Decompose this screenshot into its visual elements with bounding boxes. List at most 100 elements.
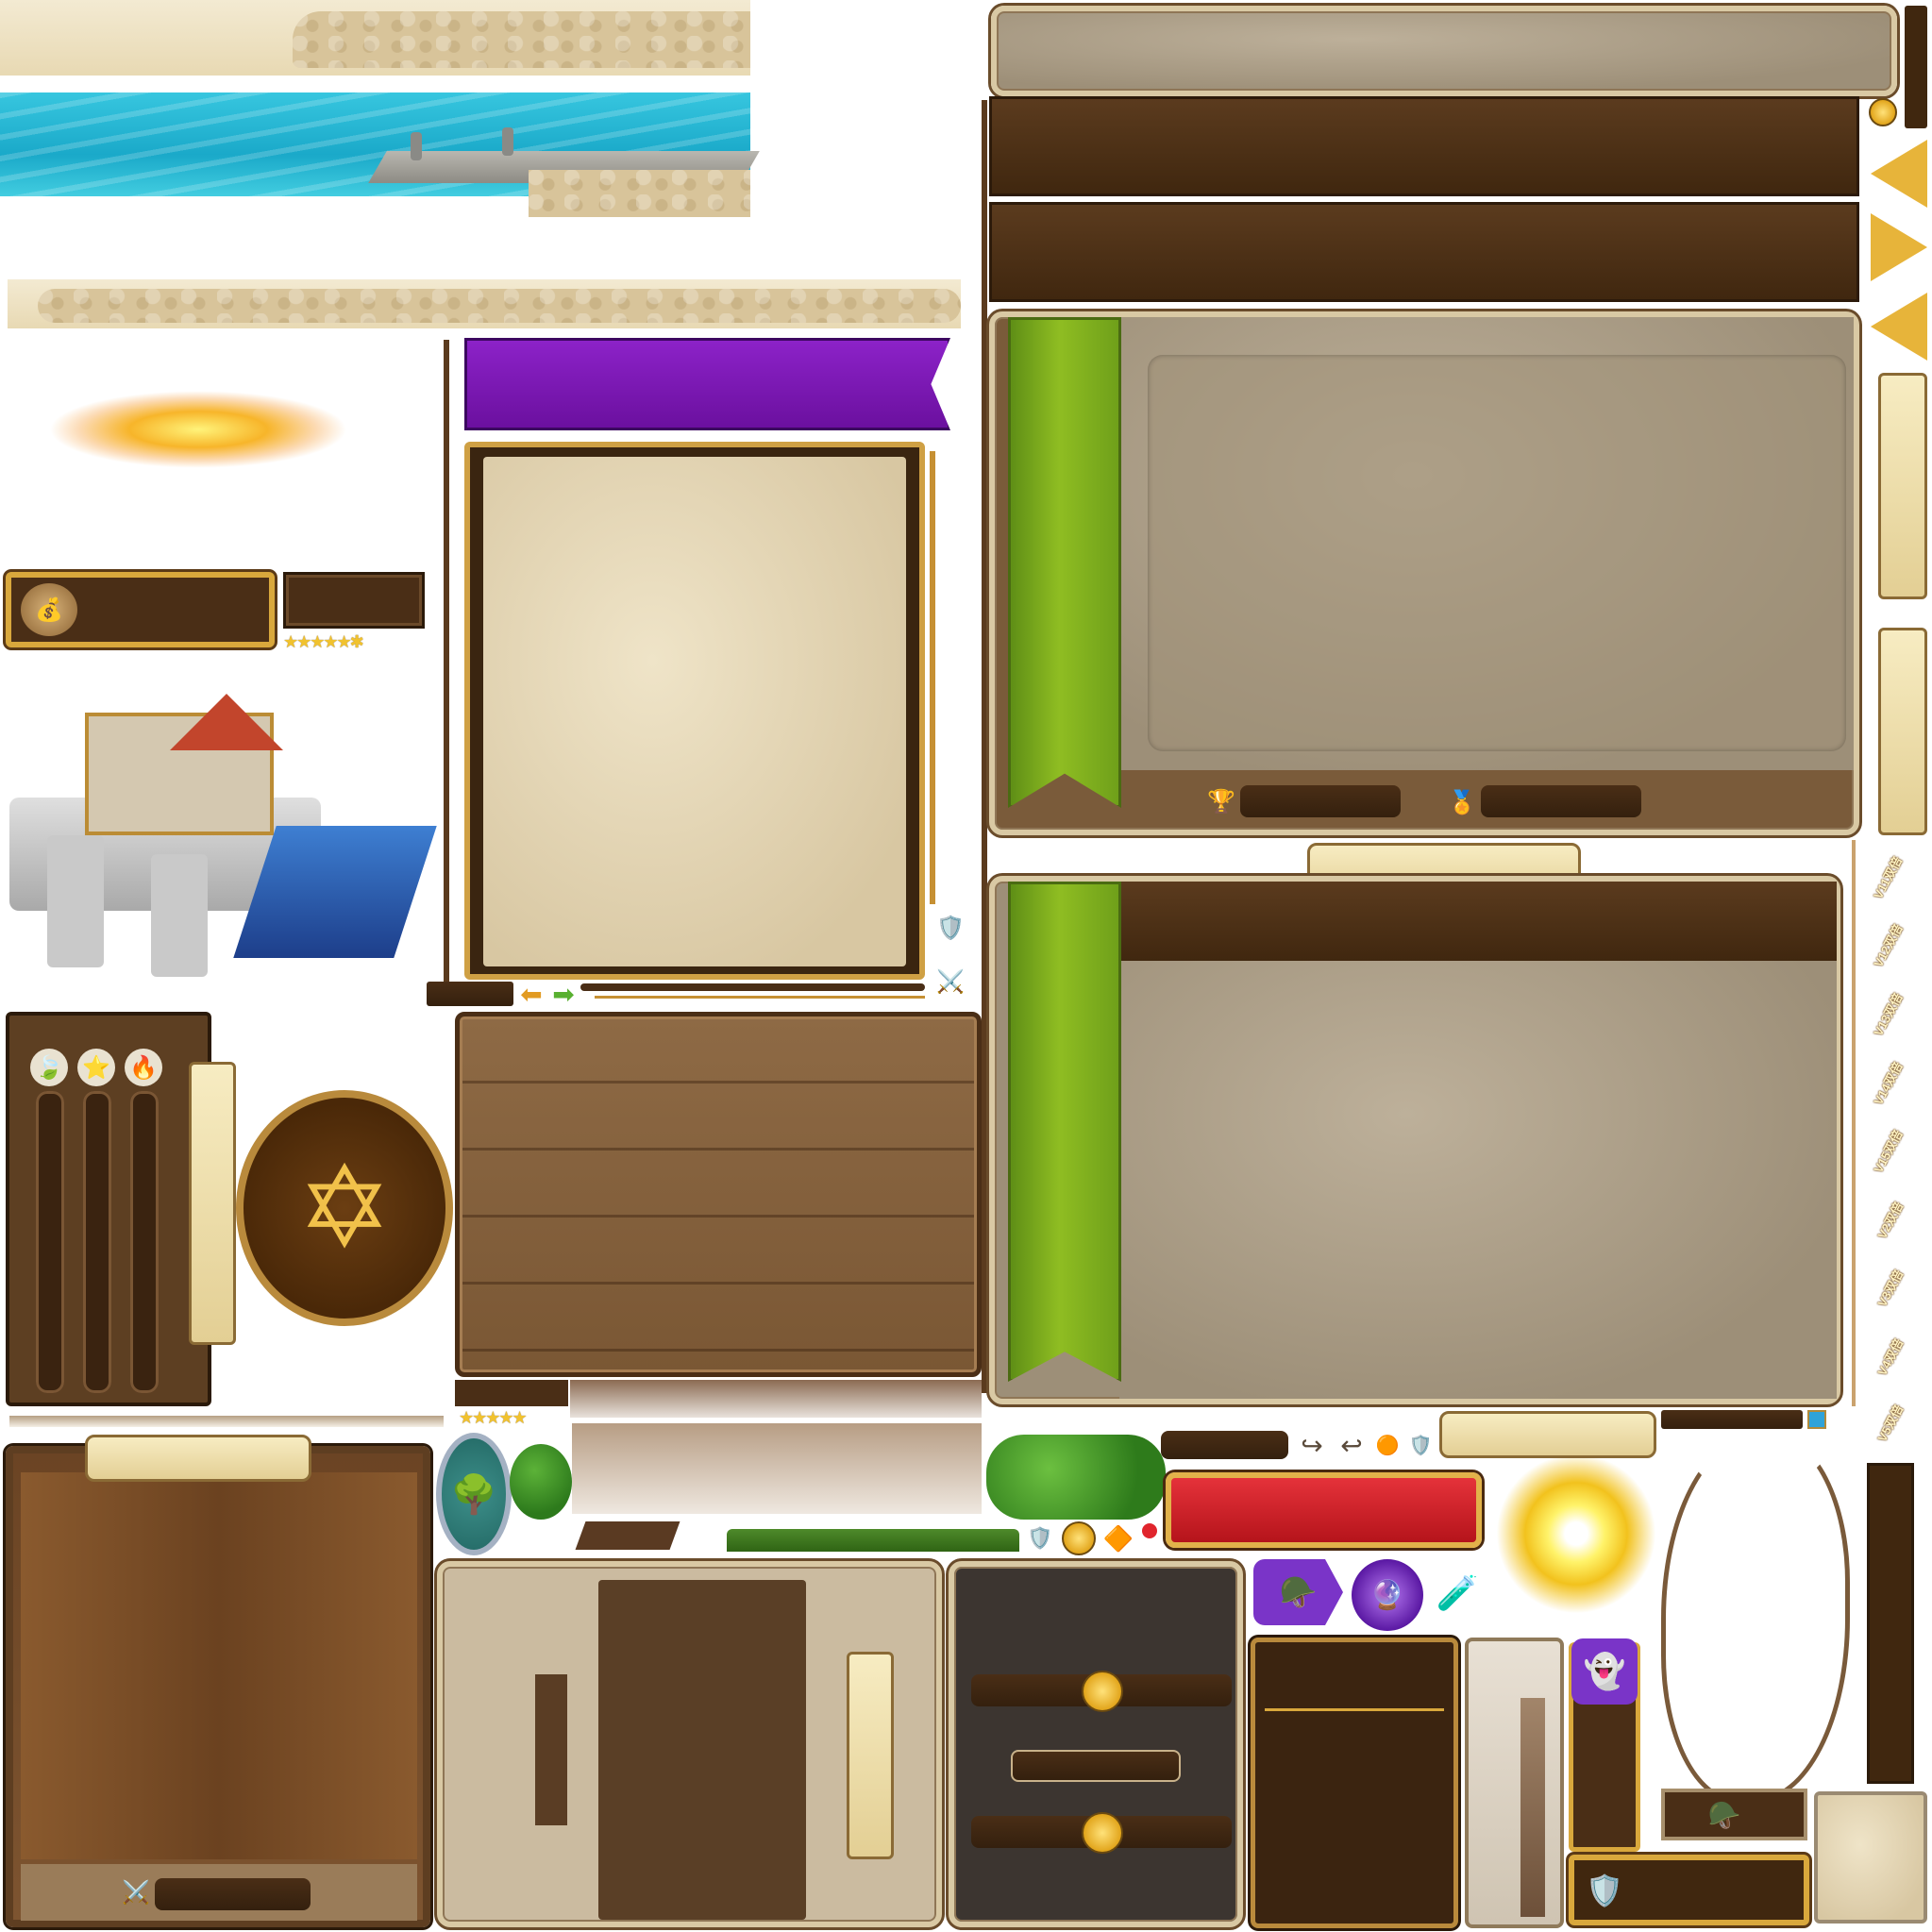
vip-ribbon-list: V11双倍 V12双倍 V13双倍 V14双倍 V15双倍 V2双倍 V3双倍 …	[1864, 849, 1930, 1444]
small-blue-gem	[1807, 1410, 1826, 1429]
gradient-strip	[572, 1423, 982, 1514]
crossed-swords-icon: ⚔️	[122, 1879, 150, 1906]
line-divider	[9, 1416, 444, 1427]
arrow-left-icon[interactable]: ⬅	[515, 980, 547, 1009]
star-rating-row: ★★★★★✱	[283, 632, 364, 651]
coin-icon	[1869, 98, 1897, 126]
page-slot	[535, 1674, 567, 1825]
small-parchment-tile	[1814, 1791, 1927, 1924]
small-dark-bar	[427, 982, 513, 1006]
redo-icon[interactable]: ↪	[1293, 1429, 1331, 1461]
content-panel-body	[1119, 961, 1837, 1399]
crate-inner	[21, 1472, 417, 1859]
brown-header-bar	[989, 96, 1859, 196]
star-icon: ⭐	[77, 1049, 115, 1086]
stone-road-bottom	[38, 289, 961, 323]
slot-fill	[1520, 1698, 1545, 1917]
vertical-scroll	[1878, 373, 1927, 599]
rope-curve	[1661, 1435, 1850, 1803]
dark-page	[598, 1580, 806, 1920]
dock-post	[502, 127, 513, 156]
plain-bar	[283, 572, 425, 629]
vertical-divider	[982, 100, 987, 1393]
stat-bars-panel: 🍃 ⭐ 🔥	[6, 1012, 211, 1406]
medal-icon: 🏅	[1448, 789, 1476, 815]
small-dark-bar	[1661, 1410, 1803, 1429]
vertical-scroll	[847, 1652, 894, 1859]
vip-ribbon: V14双倍	[1871, 1059, 1906, 1108]
arrow-right-icon[interactable]: ➡	[547, 980, 580, 1009]
orb-icon: 🟠	[1375, 1435, 1400, 1456]
crossed-swords-icon[interactable]: ⚔️	[927, 958, 974, 1005]
light-slot-panel	[1465, 1638, 1564, 1928]
helmet-bar: 🪖	[1661, 1789, 1807, 1840]
bush-icon	[986, 1435, 1166, 1520]
coin-icon	[1082, 1812, 1123, 1854]
center-slot-bar	[1011, 1750, 1181, 1782]
title-scroll	[85, 1435, 311, 1482]
info-panel-inner	[1148, 355, 1846, 751]
coin-slots-panel	[949, 1561, 1243, 1927]
dock-post	[411, 132, 422, 160]
castle-tower	[47, 835, 104, 967]
sunburst-orange	[19, 349, 378, 510]
gold-vertical-bar	[930, 451, 935, 904]
star-rating-row: ★★★★★	[459, 1408, 528, 1427]
arrow-left-icon[interactable]	[1871, 293, 1927, 361]
sunburst-yellow	[1496, 1453, 1656, 1614]
book-spread-panel	[437, 1561, 942, 1927]
vertical-resource-bar	[1867, 1463, 1914, 1784]
green-side-banner	[1008, 317, 1121, 808]
vip-ribbon: V11双倍	[1871, 854, 1906, 901]
stat-bar-track	[83, 1091, 111, 1393]
bush-icon	[510, 1444, 572, 1520]
stone-road-top	[293, 11, 750, 68]
undo-icon[interactable]: ↩	[1333, 1429, 1370, 1461]
potion-icon: 🧪	[1436, 1573, 1479, 1612]
gradient-strip	[570, 1380, 982, 1418]
top-parchment-panel	[991, 6, 1897, 96]
arrow-right-icon[interactable]	[1871, 213, 1927, 281]
gem-icon: 🔶	[1102, 1523, 1134, 1553]
vertical-divider	[1852, 840, 1856, 1406]
grass-strip	[727, 1529, 1019, 1552]
arrow-left-icon[interactable]	[1871, 140, 1927, 208]
trophy-icon: 🏆	[1207, 788, 1235, 815]
small-dark-bar	[1161, 1431, 1288, 1459]
vip-ribbon: V15双倍	[1871, 1127, 1906, 1176]
orb-icon: 🔮	[1352, 1559, 1423, 1631]
helmet-icon: 🪖	[1253, 1559, 1343, 1625]
thin-dark-line	[580, 983, 925, 991]
wood-plank	[575, 1521, 680, 1550]
info-panel: 🏆 🏅	[989, 311, 1859, 835]
green-side-banner	[1008, 882, 1121, 1382]
vip-ribbon: V3双倍	[1874, 1267, 1907, 1309]
book-panel	[464, 442, 925, 980]
wooden-crate-panel: ⚔️	[6, 1446, 430, 1927]
vip-ribbon: V2双倍	[1874, 1199, 1907, 1241]
gold-resource-bar: 💰	[6, 572, 275, 647]
vip-ribbon: V5双倍	[1874, 1402, 1907, 1444]
vip-ribbon: V4双倍	[1874, 1336, 1907, 1378]
content-panel	[989, 876, 1840, 1404]
stat-bar-track	[130, 1091, 159, 1393]
title-scroll	[1439, 1411, 1656, 1458]
sword-shield-icon[interactable]: 🛡️	[927, 901, 974, 954]
trophy-value-bar	[1240, 785, 1401, 817]
shield-icon: 🛡️	[1408, 1435, 1433, 1456]
ghost-icon: 👻	[1571, 1638, 1638, 1705]
thin-vertical-bar	[444, 340, 449, 982]
medal-value-bar	[1481, 785, 1641, 817]
shield-icon: 🛡️	[1027, 1526, 1053, 1550]
vip-ribbon: V13双倍	[1871, 990, 1906, 1039]
thin-gold-line	[595, 996, 925, 999]
dock-stone-path	[529, 170, 750, 217]
sword-resource-bar: 🛡️	[1569, 1855, 1809, 1925]
crate-value-bar	[155, 1878, 311, 1910]
vertical-scroll	[189, 1062, 236, 1345]
castle-sprite	[9, 684, 437, 996]
coin-icon	[1062, 1521, 1096, 1555]
coin-icon	[1082, 1671, 1123, 1712]
red-ribbon-banner	[1166, 1472, 1482, 1548]
small-dark-bar	[455, 1380, 568, 1406]
